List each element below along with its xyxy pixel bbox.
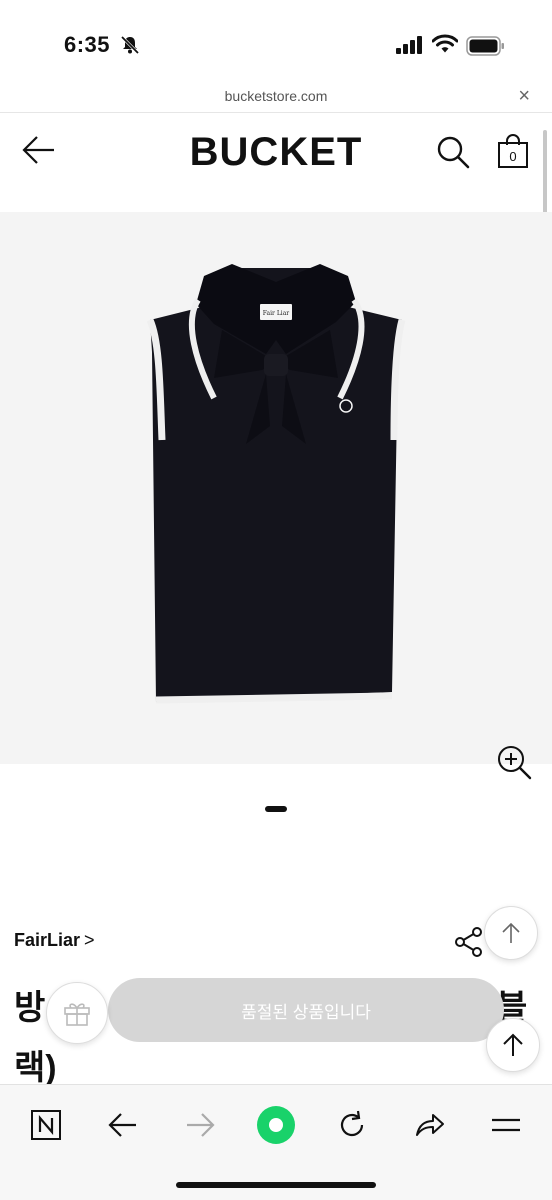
search-icon[interactable] — [436, 135, 470, 169]
product-title-line2: 랙) — [14, 1049, 57, 1087]
image-pager-indicator — [265, 806, 287, 812]
zoom-in-icon[interactable] — [496, 744, 532, 780]
label-text: Fair Liar — [263, 310, 290, 317]
soldout-button[interactable]: 품절된 상품입니다 — [108, 978, 504, 1042]
wifi-icon — [432, 34, 458, 53]
menu-icon[interactable] — [486, 1105, 526, 1145]
battery-icon — [466, 36, 504, 56]
cart-count: 0 — [509, 149, 517, 164]
scroll-top-button[interactable] — [484, 906, 538, 960]
url-close-button[interactable]: × — [518, 86, 530, 106]
bell-slash-icon — [120, 35, 140, 55]
product-title-start: 방 — [14, 989, 46, 1027]
scroll-top-button-lower[interactable] — [486, 1018, 540, 1072]
arrow-up-icon — [503, 1033, 523, 1056]
url-bar[interactable]: bucketstore.com × — [0, 86, 552, 112]
brand-name: FairLiar — [14, 930, 81, 950]
forward-icon[interactable] — [180, 1105, 220, 1145]
brand-link[interactable]: FairLiar > — [14, 930, 95, 951]
reload-icon[interactable] — [332, 1105, 372, 1145]
share-page-icon[interactable] — [409, 1105, 449, 1145]
knit-vest-image: Fair Liar — [146, 264, 406, 704]
green-home-icon[interactable] — [256, 1105, 296, 1145]
share-icon[interactable] — [454, 926, 484, 958]
status-bar: 6:35 — [0, 0, 552, 86]
gift-icon — [64, 1003, 90, 1026]
url-text[interactable]: bucketstore.com — [0, 88, 552, 104]
status-time: 6:35 — [64, 32, 111, 57]
home-indicator — [176, 1182, 376, 1188]
signal-icon — [396, 36, 422, 54]
back-icon[interactable] — [103, 1105, 143, 1145]
arrow-up-icon — [502, 922, 520, 943]
naver-n-icon[interactable] — [26, 1105, 66, 1145]
site-header: BUCKET 0 — [0, 113, 552, 191]
gift-button[interactable] — [46, 982, 108, 1044]
chevron-right-icon: > — [84, 930, 95, 950]
cart-bag-icon[interactable]: 0 — [497, 133, 529, 174]
product-image[interactable]: Fair Liar — [0, 212, 552, 780]
